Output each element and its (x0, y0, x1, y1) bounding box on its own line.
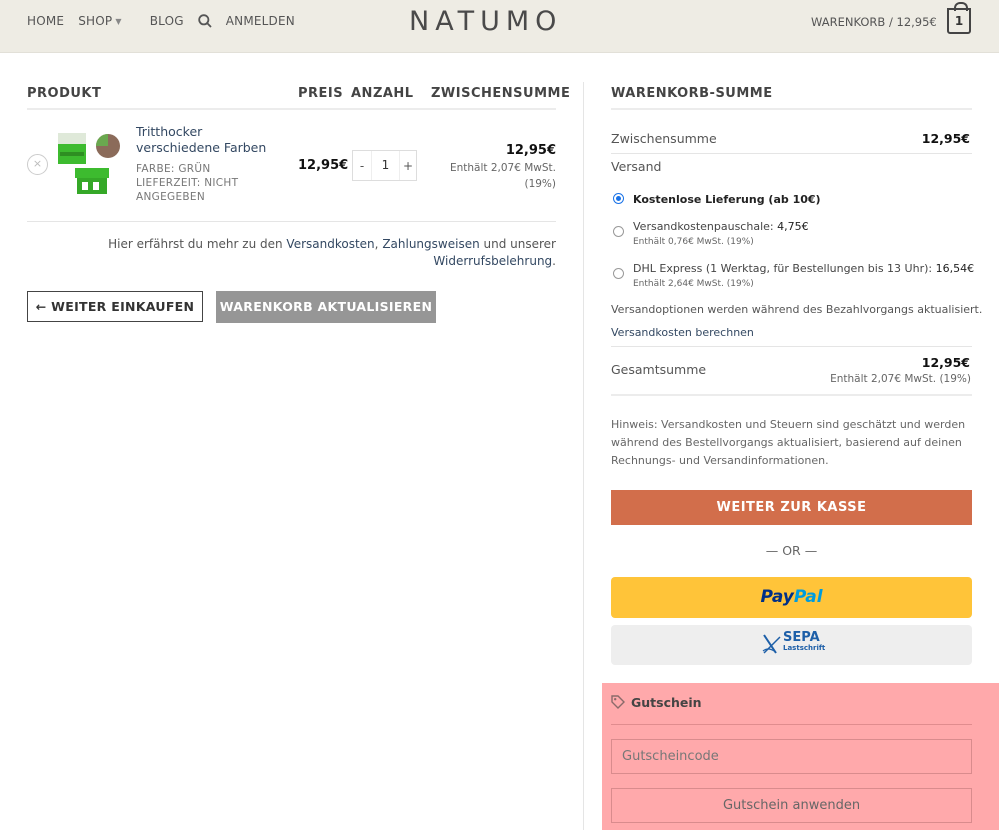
qty-plus-button[interactable]: + (400, 159, 416, 173)
shipping-hint: Hinweis: Versandkosten und Steuern sind … (611, 418, 966, 467)
nav-blog[interactable]: BLOG (150, 14, 184, 28)
header-cart-link[interactable]: WARENKORB / 12,95€ (811, 15, 937, 29)
col-price: PREIS (298, 86, 344, 101)
subtotal-value: 12,95€ (921, 131, 970, 146)
paypal-button[interactable]: PayPal (611, 577, 972, 618)
info-end: . (552, 254, 556, 268)
subtotal-label: Zwischensumme (611, 131, 717, 146)
item-tax-note-line2: (19%) (524, 178, 556, 190)
chevron-down-icon: ▼ (115, 16, 122, 26)
search-icon[interactable] (198, 14, 212, 28)
nav-shop[interactable]: SHOP ▼ (78, 14, 135, 28)
legal-info-text: Hier erfährst du mehr zu den Versandkost… (27, 236, 556, 270)
shipping-option-flat-radio[interactable] (613, 226, 624, 237)
coupon-code-input[interactable]: Gutscheincode (611, 739, 972, 774)
shipping-costs-link[interactable]: Versandkosten (286, 237, 374, 251)
shipping-option-dhl-radio[interactable] (613, 268, 624, 279)
shipping-dhl-tax-note: Enthält 2,64€ MwSt. (19%) (633, 279, 754, 289)
shipping-label: Versand (611, 159, 662, 174)
info-text: Hier erfährst du mehr zu den (108, 237, 283, 251)
shipping-option-flat-label[interactable]: Versandkostenpauschale: 4,75€ (633, 220, 809, 233)
shipping-flat-text: Versandkostenpauschale: (633, 220, 774, 233)
col-product: PRODUKT (27, 86, 102, 101)
payment-methods-link[interactable]: Zahlungsweisen (382, 237, 479, 251)
product-color: FARBE: GRÜN (136, 162, 211, 176)
nav-login[interactable]: ANMELDEN (226, 14, 295, 28)
sepa-icon (762, 634, 781, 654)
divider (611, 108, 972, 110)
divider (611, 346, 972, 347)
color-label: FARBE: (136, 163, 175, 175)
quantity-stepper: - 1 + (352, 150, 417, 181)
shipping-option-dhl-label[interactable]: DHL Express (1 Werktag, für Bestellungen… (633, 262, 974, 275)
color-value: GRÜN (178, 163, 211, 175)
info-sep: , (374, 237, 379, 251)
divider (27, 221, 556, 222)
continue-shopping-button[interactable]: ← WEITER EINKAUFEN (27, 291, 203, 322)
main-nav: HOME SHOP ▼ BLOG ANMELDEN (27, 14, 309, 28)
info-text: und unserer (483, 237, 556, 251)
product-name-link[interactable]: Tritthocker verschiedene Farben (136, 124, 286, 156)
item-price: 12,95€ (298, 158, 349, 173)
divider (611, 394, 972, 396)
qty-minus-button[interactable]: - (353, 159, 371, 173)
item-subtotal: 12,95€ (505, 143, 556, 158)
site-header: HOME SHOP ▼ BLOG ANMELDEN NATUMO WARENKOR… (0, 0, 999, 53)
sepa-title: SEPA (783, 630, 820, 645)
product-delivery: LIEFERZEIT: NICHT ANGEGEBEN (136, 176, 256, 204)
paypal-logo-part1: Pay (760, 587, 794, 607)
shipping-flat-tax-note: Enthält 0,76€ MwSt. (19%) (633, 237, 754, 247)
withdrawal-link[interactable]: Widerrufsbelehrung (433, 254, 552, 268)
or-separator: — OR — (765, 543, 818, 558)
cart-bag-icon[interactable]: 1 (947, 2, 971, 34)
paypal-logo-part2: Pal (793, 587, 823, 607)
col-qty: ANZAHL (351, 86, 414, 101)
shipping-dhl-price: 16,54€ (935, 262, 975, 275)
total-value: 12,95€ (921, 355, 970, 370)
cart-totals-title: WARENKORB-SUMME (611, 86, 773, 101)
product-thumbnail[interactable] (55, 128, 123, 198)
col-subtotal: ZWISCHENSUMME (431, 86, 571, 101)
shipping-update-note: Versandoptionen werden während des Bezah… (611, 303, 983, 316)
coupon-title: Gutschein (631, 695, 702, 710)
delivery-label: LIEFERZEIT: (136, 177, 201, 189)
total-label: Gesamtsumme (611, 362, 707, 377)
divider (27, 108, 556, 110)
remove-item-button[interactable]: × (27, 154, 48, 175)
item-tax-note-line1: Enthält 2,07€ MwSt. (449, 162, 556, 174)
sepa-logo: SEPA Lastschrift (762, 631, 825, 655)
qty-input[interactable]: 1 (371, 151, 400, 180)
shipping-option-free-label[interactable]: Kostenlose Lieferung (ab 10€) (633, 193, 821, 206)
proceed-to-checkout-button[interactable]: WEITER ZUR KASSE (611, 490, 972, 525)
nav-home[interactable]: HOME (27, 14, 64, 28)
shipping-dhl-text: DHL Express (1 Werktag, für Bestellungen… (633, 262, 933, 275)
divider (611, 153, 972, 154)
column-divider (583, 82, 584, 830)
apply-coupon-button[interactable]: Gutschein anwenden (611, 788, 972, 823)
update-cart-button[interactable]: WARENKORB AKTUALISIEREN (216, 291, 436, 323)
tag-icon (611, 695, 625, 713)
sepa-subtitle: Lastschrift (783, 644, 826, 652)
item-tax-note: Enthält 2,07€ MwSt. (19%) (446, 160, 556, 192)
nav-shop-label: SHOP (78, 14, 113, 28)
shipping-flat-price: 4,75€ (777, 220, 809, 233)
divider (611, 724, 972, 725)
calculate-shipping-link[interactable]: Versandkosten berechnen (611, 326, 754, 339)
shipping-option-free-radio[interactable] (613, 193, 624, 204)
site-logo[interactable]: NATUMO (409, 6, 562, 37)
total-tax-note: Enthält 2,07€ MwSt. (19%) (830, 373, 971, 385)
